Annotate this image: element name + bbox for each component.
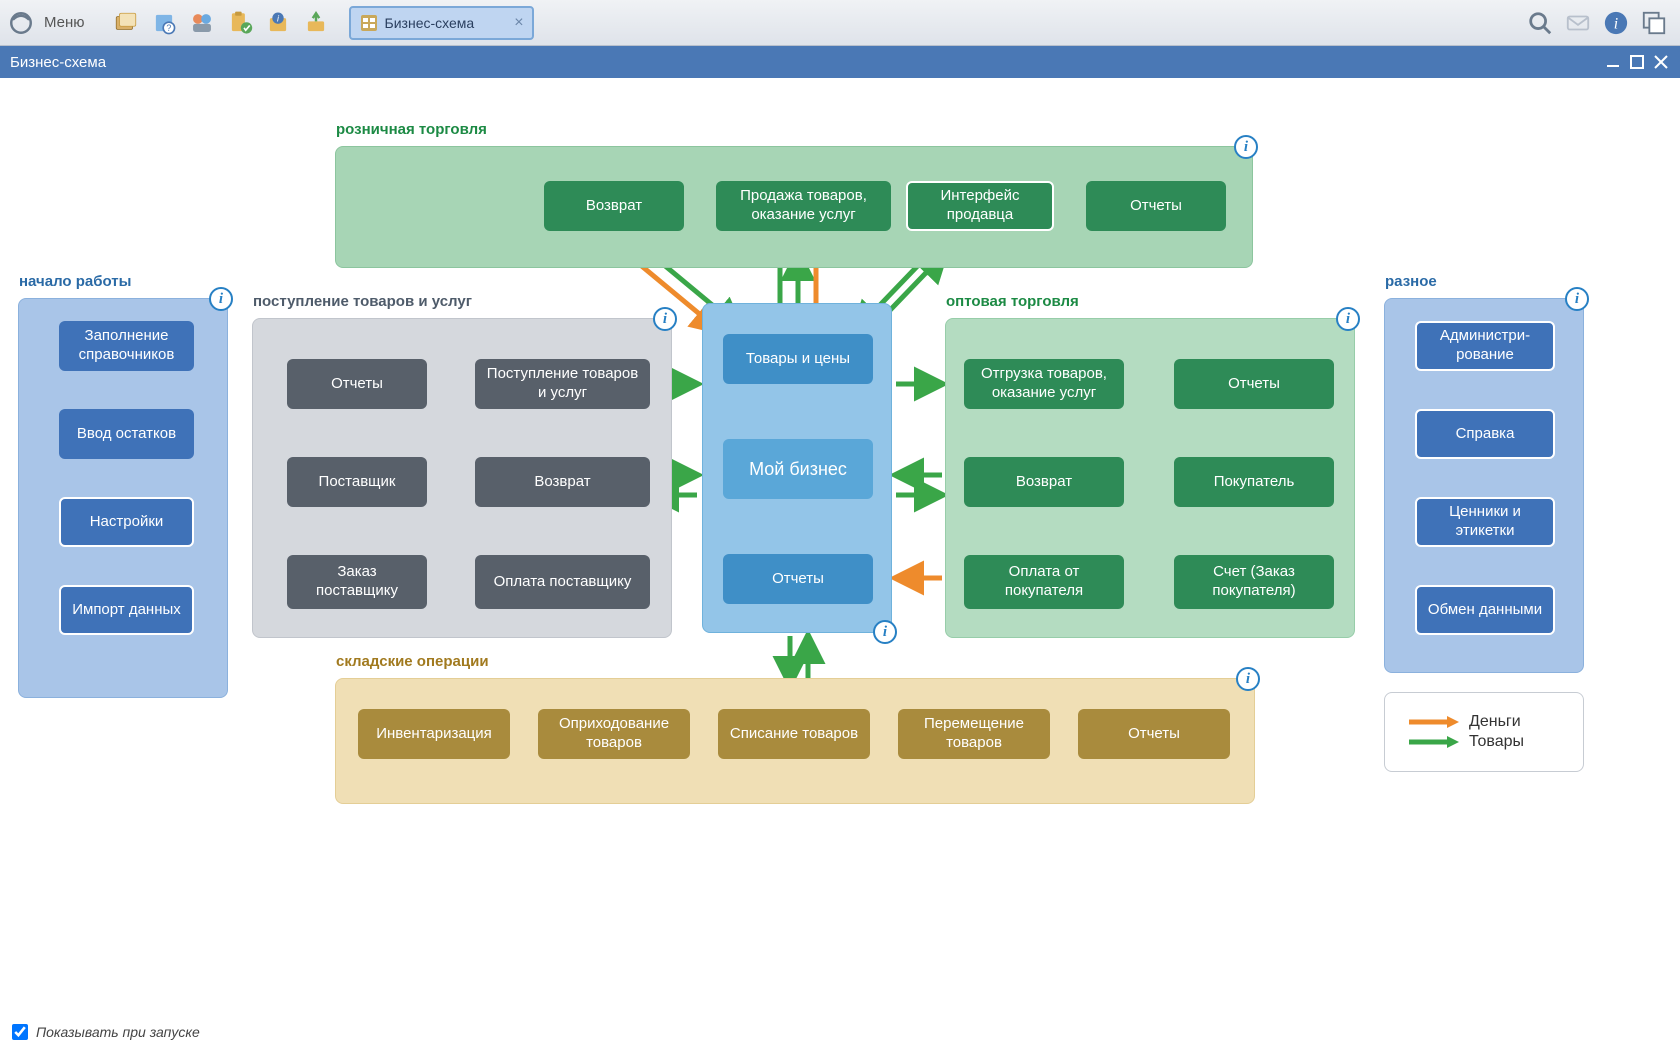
btn-enter-balances[interactable]: Ввод остатков (59, 409, 194, 459)
toolbar-icon-6[interactable] (299, 6, 333, 40)
block-misc-title: разное (1385, 273, 1437, 290)
mail-icon[interactable] (1564, 9, 1592, 37)
info-icon[interactable]: i (1565, 287, 1589, 311)
toolbar-icon-4[interactable] (223, 6, 257, 40)
info-icon[interactable]: i (1602, 9, 1630, 37)
btn-retail-reports[interactable]: Отчеты (1086, 181, 1226, 231)
btn-buyer-invoice[interactable]: Счет (Заказ покупателя) (1174, 555, 1334, 609)
btn-goods-move[interactable]: Перемещение товаров (898, 709, 1050, 759)
diagram-canvas: начало работы i Заполнение справочников … (0, 78, 1680, 1050)
btn-fill-refs[interactable]: Заполнение справочников (59, 321, 194, 371)
btn-retail-return[interactable]: Возврат (544, 181, 684, 231)
legend-goods: Товары (1409, 733, 1559, 751)
windows-icon[interactable] (1640, 9, 1668, 37)
close-button[interactable] (1652, 53, 1670, 71)
btn-mybiz-reports[interactable]: Отчеты (723, 554, 873, 604)
btn-shipment[interactable]: Отгрузка товаров, оказание услуг (964, 359, 1124, 409)
main-menu-button[interactable]: Меню (40, 8, 99, 37)
active-tab[interactable]: Бизнес-схема × (349, 6, 534, 40)
tab-icon (359, 13, 379, 33)
legend-goods-label: Товары (1469, 733, 1524, 751)
page-title: Бизнес-схема (10, 54, 106, 71)
btn-goods-posting[interactable]: Оприходование товаров (538, 709, 690, 759)
btn-buyer-payment[interactable]: Оплата от покупателя (964, 555, 1124, 609)
btn-intake-return[interactable]: Возврат (475, 457, 650, 507)
btn-seller-interface[interactable]: Интерфейс продавца (906, 181, 1054, 231)
btn-whole-reports[interactable]: Отчеты (1174, 359, 1334, 409)
block-start-title: начало работы (19, 273, 131, 290)
btn-goods-prices[interactable]: Товары и цены (723, 334, 873, 384)
block-warehouse: складские операции i Инвентаризация Опри… (335, 678, 1255, 804)
block-intake: поступление товаров и услуг i Отчеты Пос… (252, 318, 672, 638)
legend: Деньги Товары (1384, 692, 1584, 772)
block-retail-title: розничная торговля (336, 121, 487, 138)
svg-text:?: ? (166, 23, 171, 33)
info-icon[interactable]: i (1236, 667, 1260, 691)
btn-admin[interactable]: Администри- рование (1415, 321, 1555, 371)
show-on-start-label: Показывать при запуске (36, 1024, 200, 1040)
btn-buyer[interactable]: Покупатель (1174, 457, 1334, 507)
btn-supplier-order[interactable]: Заказ поставщику (287, 555, 427, 609)
page-header: Бизнес-схема (0, 46, 1680, 78)
block-intake-title: поступление товаров и услуг (253, 293, 472, 310)
btn-price-tags[interactable]: Ценники и этикетки (1415, 497, 1555, 547)
footer-checkbox-row: Показывать при запуске (12, 1024, 200, 1040)
app-logo (6, 8, 36, 38)
btn-whole-return[interactable]: Возврат (964, 457, 1124, 507)
btn-my-business[interactable]: Мой бизнес (723, 439, 873, 499)
btn-supplier[interactable]: Поставщик (287, 457, 427, 507)
toolbar-icon-1[interactable] (109, 6, 143, 40)
info-icon[interactable]: i (653, 307, 677, 331)
btn-goods-receipt[interactable]: Поступление товаров и услуг (475, 359, 650, 409)
info-icon[interactable]: i (873, 620, 897, 644)
btn-data-exchange[interactable]: Обмен данными (1415, 585, 1555, 635)
top-toolbar: Меню ? i Бизнес-схема × i (0, 0, 1680, 46)
btn-goods-writeoff[interactable]: Списание товаров (718, 709, 870, 759)
legend-money: Деньги (1409, 713, 1559, 731)
btn-ware-reports[interactable]: Отчеты (1078, 709, 1230, 759)
search-icon[interactable] (1526, 9, 1554, 37)
toolbar-icon-5[interactable]: i (261, 6, 295, 40)
info-icon[interactable]: i (209, 287, 233, 311)
block-retail: розничная торговля i Возврат Продажа тов… (335, 146, 1253, 268)
btn-import-data[interactable]: Импорт данных (59, 585, 194, 635)
toolbar-icon-3[interactable] (185, 6, 219, 40)
arrow-orange-icon (1409, 715, 1459, 729)
info-icon[interactable]: i (1234, 135, 1258, 159)
svg-text:i: i (1614, 15, 1618, 32)
maximize-button[interactable] (1628, 53, 1646, 71)
block-start: начало работы i Заполнение справочников … (18, 298, 228, 698)
arrow-green-icon (1409, 735, 1459, 749)
block-wholesale: оптовая торговля i Отгрузка товаров, ока… (945, 318, 1355, 638)
block-ware-title: складские операции (336, 653, 489, 670)
info-icon[interactable]: i (1336, 307, 1360, 331)
btn-help[interactable]: Справка (1415, 409, 1555, 459)
tab-close-button[interactable]: × (514, 14, 523, 32)
minimize-button[interactable] (1604, 53, 1622, 71)
btn-inventory[interactable]: Инвентаризация (358, 709, 510, 759)
show-on-start-checkbox[interactable] (12, 1024, 28, 1040)
tab-label: Бизнес-схема (385, 15, 475, 31)
block-misc: разное i Администри- рование Справка Цен… (1384, 298, 1584, 673)
btn-intake-reports[interactable]: Отчеты (287, 359, 427, 409)
block-whole-title: оптовая торговля (946, 293, 1079, 310)
btn-retail-sale[interactable]: Продажа товаров, оказание услуг (716, 181, 891, 231)
btn-settings[interactable]: Настройки (59, 497, 194, 547)
btn-supplier-payment[interactable]: Оплата поставщику (475, 555, 650, 609)
toolbar-icon-2[interactable]: ? (147, 6, 181, 40)
block-mybusiness: i Товары и цены Мой бизнес Отчеты (702, 303, 892, 633)
legend-money-label: Деньги (1469, 713, 1521, 731)
